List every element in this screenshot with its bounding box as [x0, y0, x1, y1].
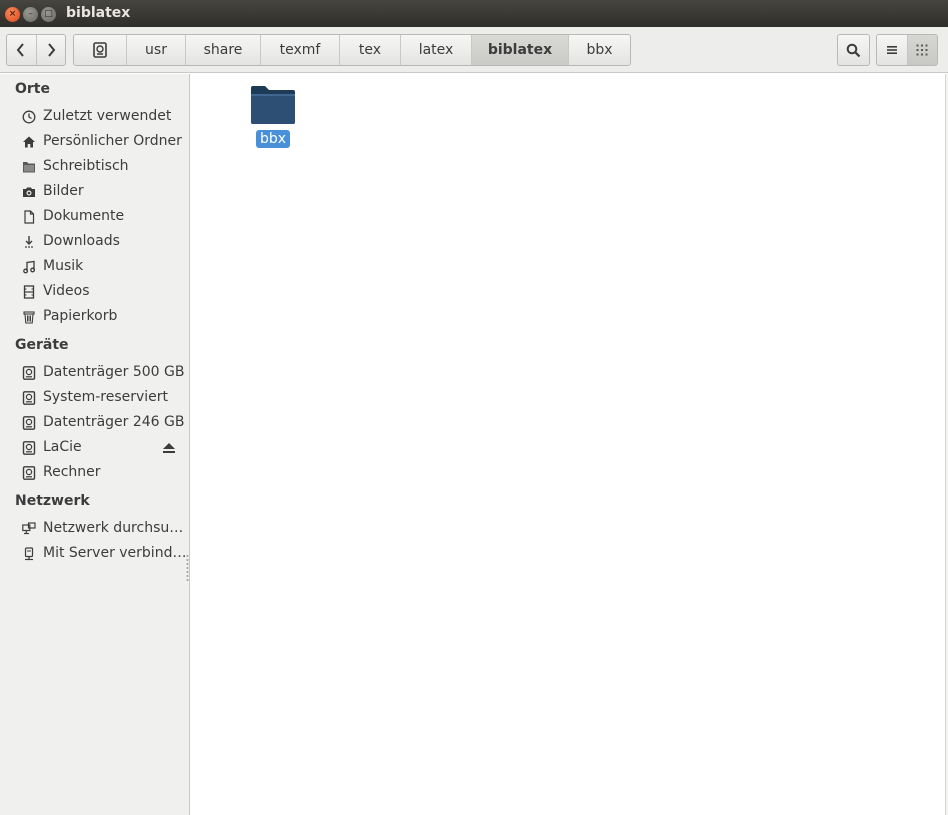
grid-view-button[interactable]: [906, 35, 937, 65]
window-close-button[interactable]: ×: [5, 7, 20, 22]
sidebar: Orte Zuletzt verwendet Persönlicher Ordn…: [0, 74, 190, 815]
back-button[interactable]: [7, 35, 36, 65]
sidebar-heading-network: Netzwerk: [15, 493, 90, 509]
drive-icon: [22, 366, 36, 380]
sidebar-item-trash[interactable]: Papierkorb: [0, 305, 189, 329]
server-icon: [22, 547, 36, 561]
sidebar-item-documents[interactable]: Dokumente: [0, 205, 189, 229]
breadcrumb-tex[interactable]: tex: [339, 35, 400, 65]
sidebar-item-system-reserved[interactable]: System-reserviert: [0, 386, 189, 410]
sidebar-item-drive-500gb[interactable]: Datenträger 500 GB: [0, 361, 189, 385]
window-maximize-button[interactable]: □: [41, 7, 56, 22]
forward-button[interactable]: [35, 35, 65, 65]
drive-icon: [93, 42, 107, 58]
file-item-bbx[interactable]: [249, 84, 297, 130]
grid-icon: [916, 44, 928, 56]
sidebar-item-home[interactable]: Persönlicher Ordner: [0, 130, 189, 154]
chevron-left-icon: [17, 43, 25, 57]
toolbar: usr share texmf tex latex biblatex bbx: [0, 27, 948, 73]
clock-icon: [22, 110, 36, 124]
chevron-right-icon: [48, 43, 56, 57]
breadcrumb-root-button[interactable]: [74, 35, 126, 65]
sidebar-heading-places: Orte: [15, 81, 50, 97]
search-icon: [846, 43, 861, 57]
view-switcher: [876, 34, 938, 66]
breadcrumb-latex[interactable]: latex: [400, 35, 471, 65]
window-titlebar[interactable]: × – □ biblatex: [0, 0, 948, 27]
list-view-button[interactable]: [877, 35, 907, 65]
drive-icon: [22, 391, 36, 405]
sidebar-item-connect-server[interactable]: Mit Server verbind…: [0, 542, 189, 566]
window-minimize-button[interactable]: –: [23, 7, 38, 22]
sidebar-item-pictures[interactable]: Bilder: [0, 180, 189, 204]
trash-icon: [22, 310, 36, 324]
sidebar-item-recent[interactable]: Zuletzt verwendet: [0, 105, 189, 129]
drive-icon: [22, 466, 36, 480]
sidebar-item-lacie[interactable]: LaCie: [0, 436, 189, 460]
download-icon: [22, 235, 36, 249]
sidebar-item-music[interactable]: Musik: [0, 255, 189, 279]
sidebar-item-computer[interactable]: Rechner: [0, 461, 189, 485]
desktop-folder-icon: [22, 160, 36, 174]
sidebar-item-videos[interactable]: Videos: [0, 280, 189, 304]
file-view[interactable]: bbx: [191, 74, 945, 815]
folder-icon: [251, 86, 295, 124]
drive-icon: [22, 441, 36, 455]
home-icon: [22, 135, 36, 149]
search-button[interactable]: [837, 34, 870, 66]
breadcrumb-bbx[interactable]: bbx: [568, 35, 630, 65]
music-icon: [22, 260, 36, 274]
eject-icon[interactable]: [162, 442, 176, 458]
close-icon: ×: [8, 9, 17, 19]
breadcrumb-biblatex[interactable]: biblatex: [471, 35, 568, 65]
document-icon: [22, 210, 36, 224]
sidebar-resize-handle[interactable]: [186, 554, 189, 582]
breadcrumb-share[interactable]: share: [185, 35, 260, 65]
sidebar-heading-devices: Geräte: [15, 337, 69, 353]
list-icon: [886, 46, 897, 54]
minimize-icon: –: [28, 9, 33, 19]
sidebar-item-browse-network[interactable]: Netzwerk durchsu…: [0, 517, 189, 541]
breadcrumb: usr share texmf tex latex biblatex bbx: [73, 34, 631, 66]
file-item-label[interactable]: bbx: [256, 130, 291, 148]
maximize-icon: □: [44, 9, 53, 19]
film-icon: [22, 285, 36, 299]
sidebar-item-drive-246gb[interactable]: Datenträger 246 GB: [0, 411, 189, 435]
drive-icon: [22, 416, 36, 430]
camera-icon: [22, 185, 36, 199]
window-title: biblatex: [66, 5, 131, 21]
sidebar-item-downloads[interactable]: Downloads: [0, 230, 189, 254]
sidebar-item-desktop[interactable]: Schreibtisch: [0, 155, 189, 179]
breadcrumb-usr[interactable]: usr: [126, 35, 185, 65]
network-icon: [22, 522, 36, 536]
breadcrumb-texmf[interactable]: texmf: [260, 35, 339, 65]
nav-buttons: [6, 34, 66, 66]
